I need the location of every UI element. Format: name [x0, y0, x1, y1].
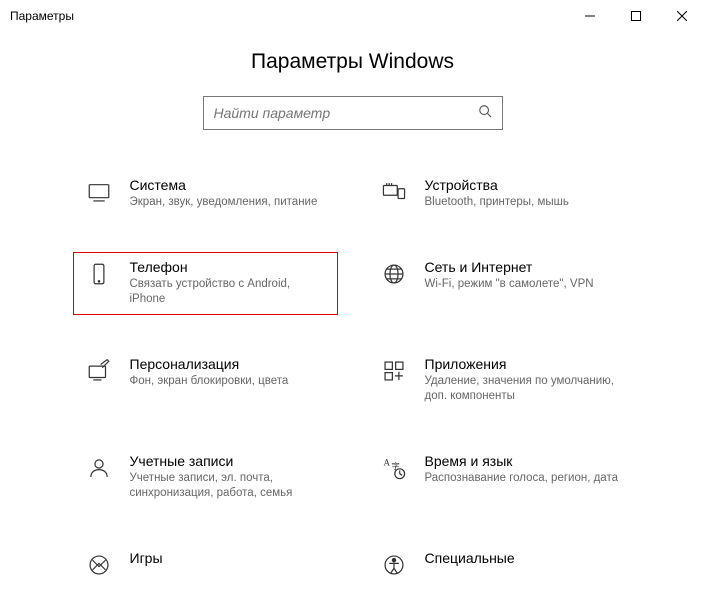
tile-title: Специальные	[425, 550, 624, 566]
tile-personalization[interactable]: Персонализация Фон, экран блокировки, цв…	[73, 349, 338, 412]
gaming-icon	[82, 550, 116, 578]
tile-time-language[interactable]: A字 Время и язык Распознавание голоса, ре…	[368, 446, 633, 509]
tile-title: Учетные записи	[130, 453, 329, 469]
tile-system[interactable]: Система Экран, звук, уведомления, питани…	[73, 170, 338, 218]
tile-title: Время и язык	[425, 453, 624, 469]
tile-network[interactable]: Сеть и Интернет Wi-Fi, режим "в самолете…	[368, 252, 633, 315]
phone-icon	[82, 259, 116, 287]
accounts-icon	[82, 453, 116, 481]
tile-desc: Экран, звук, уведомления, питание	[130, 195, 329, 211]
window-title: Параметры	[10, 9, 74, 23]
tile-title: Телефон	[130, 259, 329, 275]
tile-desc: Фон, экран блокировки, цвета	[130, 374, 329, 390]
tile-phone[interactable]: Телефон Связать устройство с Android, iP…	[73, 252, 338, 315]
tile-title: Сеть и Интернет	[425, 259, 624, 275]
system-icon	[82, 177, 116, 205]
globe-icon	[377, 259, 411, 287]
personalization-icon	[82, 356, 116, 384]
tile-title: Игры	[130, 550, 329, 566]
tile-title: Приложения	[425, 356, 624, 372]
accessibility-icon	[377, 550, 411, 578]
tile-desc: Учетные записи, эл. почта, синхронизация…	[130, 471, 329, 502]
tile-desc: Bluetooth, принтеры, мышь	[425, 195, 624, 211]
tile-title: Устройства	[425, 177, 624, 193]
time-language-icon: A字	[377, 453, 411, 481]
search-icon	[478, 104, 492, 123]
devices-icon	[377, 177, 411, 205]
tile-title: Система	[130, 177, 329, 193]
apps-icon	[377, 356, 411, 384]
tile-accounts[interactable]: Учетные записи Учетные записи, эл. почта…	[73, 446, 338, 509]
search-box[interactable]	[203, 96, 503, 130]
tile-desc: Wi-Fi, режим "в самолете", VPN	[425, 277, 624, 293]
tile-desc: Удаление, значения по умолчанию, доп. ко…	[425, 374, 624, 405]
titlebar: Параметры	[0, 0, 705, 32]
tile-gaming[interactable]: Игры	[73, 543, 338, 585]
tile-desc: Распознавание голоса, регион, дата	[425, 471, 624, 487]
window-controls	[567, 0, 705, 32]
close-button[interactable]	[659, 0, 705, 32]
tile-accessibility[interactable]: Специальные	[368, 543, 633, 585]
minimize-button[interactable]	[567, 0, 613, 32]
svg-text:A: A	[383, 457, 390, 467]
maximize-button[interactable]	[613, 0, 659, 32]
search-input[interactable]	[214, 105, 478, 121]
tile-desc: Связать устройство с Android, iPhone	[130, 277, 329, 308]
tile-devices[interactable]: Устройства Bluetooth, принтеры, мышь	[368, 170, 633, 218]
page-title: Параметры Windows	[0, 50, 705, 74]
tile-apps[interactable]: Приложения Удаление, значения по умолчан…	[368, 349, 633, 412]
tile-title: Персонализация	[130, 356, 329, 372]
